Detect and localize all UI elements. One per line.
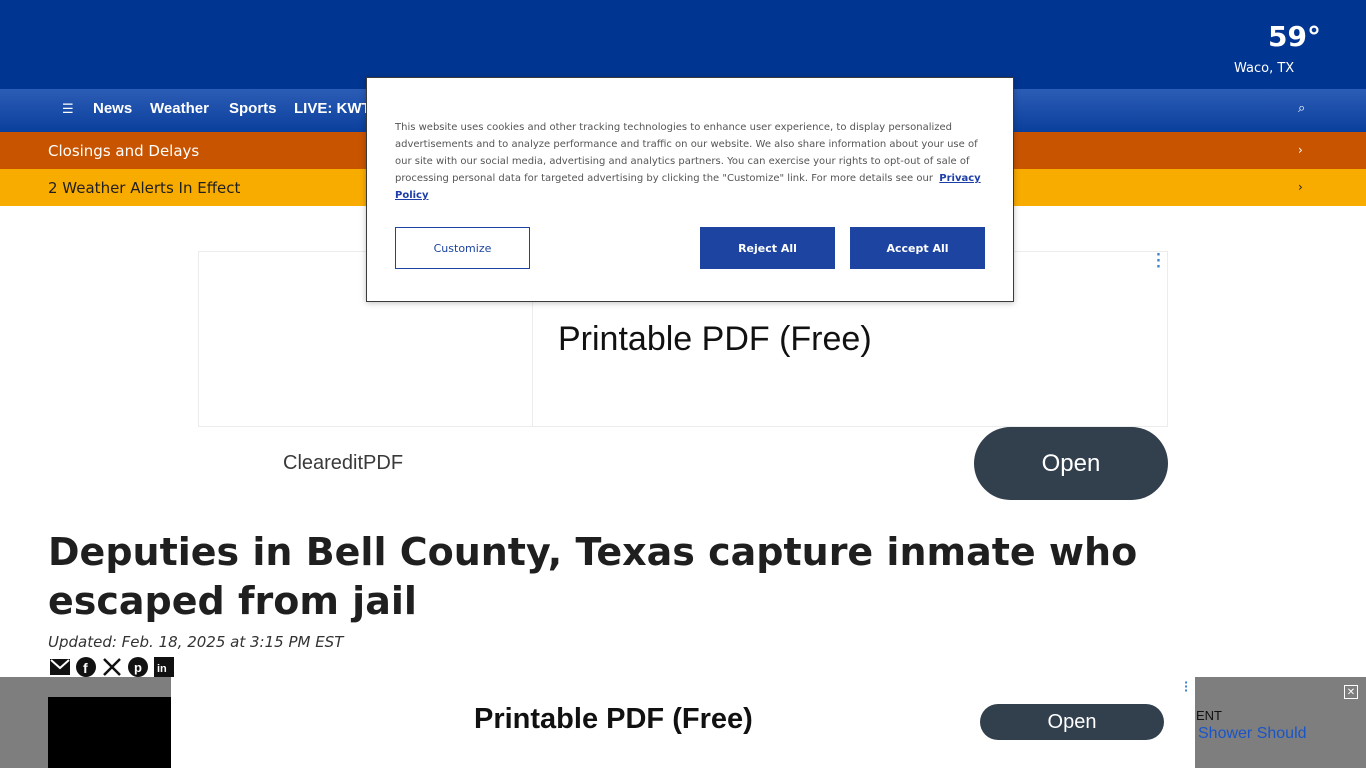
side-label: ENT [1196, 708, 1222, 723]
article-headline: Deputies in Bell County, Texas capture i… [48, 530, 1138, 623]
site-header [0, 0, 1366, 89]
bottom-ad-headline[interactable]: Printable PDF (Free) [474, 703, 753, 736]
nav-item-weather[interactable]: Weather [150, 100, 209, 117]
chevron-icon: › [1298, 180, 1303, 194]
article-updated: Updated: Feb. 18, 2025 at 3:15 PM EST [48, 633, 344, 651]
chevron-icon: › [1298, 143, 1303, 157]
email-icon[interactable] [50, 657, 70, 677]
search-icon[interactable]: ⌕ [1298, 101, 1305, 116]
more-options-icon[interactable]: · · · [1184, 677, 1188, 696]
consent-text: This website uses cookies and other trac… [395, 119, 981, 204]
reject-all-button[interactable]: Reject All [700, 227, 835, 269]
nav-item-news[interactable]: News [93, 100, 132, 117]
consent-body: This website uses cookies and other trac… [395, 122, 978, 184]
weather-location[interactable]: Waco, TX [1234, 61, 1294, 76]
svg-text:f: f [83, 660, 88, 676]
facebook-icon[interactable]: f [76, 657, 96, 677]
accept-all-button[interactable]: Accept All [850, 227, 985, 269]
menu-icon[interactable]: ☰ [62, 102, 74, 117]
more-options-icon[interactable]: · · · [1156, 249, 1161, 274]
closings-label: Closings and Delays [48, 142, 200, 160]
svg-text:p: p [134, 660, 142, 675]
x-icon[interactable] [102, 657, 122, 677]
share-row: f p in [50, 657, 174, 677]
nav-item-live[interactable]: LIVE: KWT [294, 100, 371, 117]
cookie-consent-dialog: This website uses cookies and other trac… [366, 77, 1014, 302]
alerts-label: 2 Weather Alerts In Effect [48, 179, 241, 197]
svg-text:in: in [157, 663, 167, 675]
ad-brand[interactable]: CleareditPDF [283, 452, 403, 475]
side-link[interactable]: Shower Should [1198, 725, 1307, 743]
ad-open-button[interactable]: Open [974, 427, 1168, 500]
video-player[interactable] [48, 697, 171, 768]
bottom-ad-open-button[interactable]: Open [980, 704, 1164, 740]
nav-item-sports[interactable]: Sports [229, 100, 277, 117]
customize-button[interactable]: Customize [395, 227, 530, 269]
weather-temperature[interactable]: 59° [1268, 20, 1321, 53]
linkedin-icon[interactable]: in [154, 657, 174, 677]
pinterest-icon[interactable]: p [128, 657, 148, 677]
ad-headline[interactable]: Printable PDF (Free) [558, 320, 872, 359]
close-icon[interactable]: ✕ [1344, 685, 1358, 699]
